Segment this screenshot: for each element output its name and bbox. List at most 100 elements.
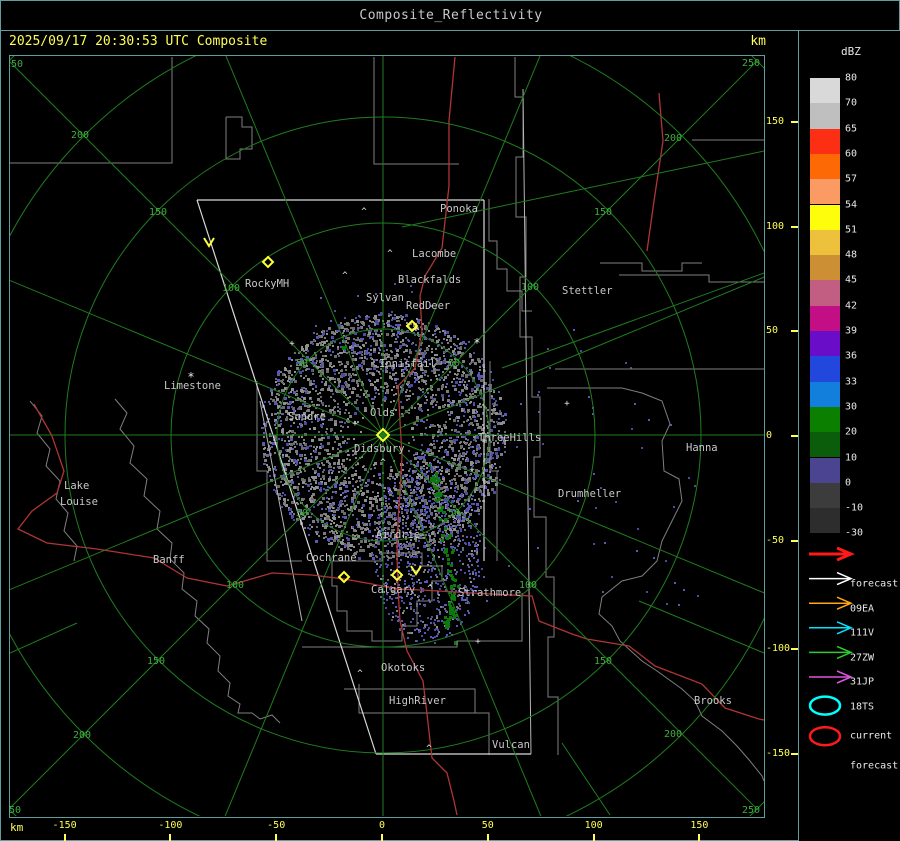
svg-text:^: ^ — [452, 517, 458, 527]
window-title: Composite_Reflectivity — [1, 1, 900, 31]
city-label: Lake — [64, 480, 89, 492]
svg-text:*: * — [473, 336, 480, 350]
bottom-axis-tick — [63, 834, 66, 841]
city-label: ThreeHills — [478, 432, 541, 444]
svg-text:200: 200 — [664, 133, 682, 144]
svg-text:250: 250 — [742, 58, 760, 69]
city-label: Okotoks — [381, 662, 425, 674]
bottom-axis-tick — [169, 834, 172, 841]
svg-text:50: 50 — [296, 358, 308, 369]
legend-label: 18TS — [850, 701, 875, 713]
storm-arrow-icon — [203, 237, 215, 248]
city-label: Stettler — [562, 285, 613, 297]
city-labels: Ponoka Lacombe Blackfalds SylvanRedDeer Stet… — [60, 203, 732, 751]
svg-text:^: ^ — [387, 489, 393, 499]
svg-text:^: ^ — [361, 207, 367, 217]
legend-label: 111V — [850, 627, 875, 639]
svg-text:150: 150 — [147, 656, 165, 667]
svg-text:250: 250 — [10, 59, 23, 70]
city-label: Olds — [370, 407, 395, 419]
legend-label: forecast — [850, 578, 899, 590]
svg-text:^: ^ — [426, 744, 432, 754]
bottom-axis-tick-label: 150 — [690, 820, 709, 831]
timestamp-label: 2025/09/17 20:30:53 UTC Composite — [9, 34, 268, 49]
bottom-axis-tick-label: -100 — [158, 820, 183, 831]
header-bar: 2025/09/17 20:30:53 UTC Composite km — [1, 31, 798, 55]
radar-site-icon — [261, 255, 275, 269]
legend-label: forecast — [850, 760, 899, 772]
bottom-axis-tick — [486, 834, 489, 841]
right-axis-tick-label: 50 — [766, 325, 779, 336]
bottom-axis-tick — [275, 834, 278, 841]
city-label: Hanna — [686, 442, 718, 454]
svg-text:200: 200 — [73, 730, 91, 741]
right-axis-tick-label: -50 — [766, 535, 785, 546]
legend-label: 09EA — [850, 603, 875, 615]
city-label: Lacombe — [412, 248, 456, 260]
radar-site-icon — [337, 570, 351, 584]
radar-map-svg[interactable]: 50 5050 50100 100100 100150 150150 150200 20020… — [10, 56, 764, 816]
svg-text:^: ^ — [427, 584, 433, 594]
city-label: Didsbury — [354, 443, 405, 455]
city-label: RedDeer — [406, 300, 450, 312]
svg-text:100: 100 — [519, 580, 537, 591]
bottom-axis: km -150 -100 -50 0 50 100 150 — [1, 817, 798, 841]
right-axis-tick-label: -150 — [766, 748, 791, 759]
bottom-axis-tick-label: 100 — [584, 820, 603, 831]
svg-text:150: 150 — [594, 656, 612, 667]
svg-text:100: 100 — [226, 580, 244, 591]
city-label: Limestone — [164, 380, 221, 392]
city-label: Strathmore — [458, 587, 521, 599]
svg-text:100: 100 — [222, 283, 240, 294]
city-label: Vulcan — [492, 739, 530, 751]
right-axis-tick-label: -100 — [766, 643, 791, 654]
radar-map-canvas[interactable]: 50 50 50 50 100 100 100 100 150 150 150 150 200 200 20… — [9, 55, 765, 818]
svg-text:250: 250 — [742, 805, 760, 816]
svg-text:+: + — [352, 419, 358, 429]
bottom-axis-tick-label: -50 — [267, 820, 286, 831]
right-axis-tick — [791, 435, 798, 437]
right-axis-tick — [791, 121, 798, 123]
svg-text:50: 50 — [296, 508, 308, 519]
right-axis-tick — [791, 648, 798, 650]
bottom-axis-tick-label: 0 — [378, 820, 386, 831]
city-label: Innisfail — [379, 358, 436, 370]
right-axis: 150 100 50 0 -50 -100 -150 — [764, 56, 798, 816]
svg-text:^: ^ — [387, 249, 393, 259]
right-axis-tick — [791, 226, 798, 228]
svg-text:+: + — [289, 339, 295, 349]
current-ellipse-icon — [808, 695, 842, 716]
bottom-axis-tick — [592, 834, 595, 841]
bottom-axis-tick — [698, 834, 701, 841]
city-label: Calgary — [371, 584, 415, 596]
svg-text:+: + — [469, 465, 475, 475]
svg-text:200: 200 — [71, 130, 89, 141]
svg-text:250: 250 — [10, 805, 21, 816]
legend-label: 31JP — [850, 676, 875, 688]
right-axis-tick-label: 0 — [766, 430, 773, 441]
bottom-axis-tick-label: 50 — [481, 820, 494, 831]
svg-text:200: 200 — [664, 729, 682, 740]
city-label: Cochrane — [306, 552, 357, 564]
city-label: Brooks — [694, 695, 732, 707]
legend-label: 27ZW — [850, 652, 875, 664]
city-label: Drumheller — [558, 488, 621, 500]
svg-text:^: ^ — [380, 458, 386, 468]
svg-text:^: ^ — [357, 669, 363, 679]
right-axis-tick — [791, 753, 798, 755]
svg-text:150: 150 — [594, 207, 612, 218]
city-label: Sundre — [288, 411, 326, 423]
forecast-ellipse-icon — [808, 725, 842, 747]
header-unit-label: km — [750, 34, 766, 49]
right-axis-tick — [791, 330, 798, 332]
right-axis-tick — [791, 540, 798, 542]
right-axis-tick-label: 100 — [766, 221, 785, 232]
svg-text:50: 50 — [448, 358, 460, 369]
legend-symbols — [808, 546, 855, 747]
svg-text:^: ^ — [342, 271, 348, 281]
svg-text:+: + — [564, 399, 570, 409]
right-axis-tick-label: 150 — [766, 116, 785, 127]
legend-label: current — [850, 730, 893, 742]
city-label: RockyMH — [245, 278, 289, 290]
bottom-axis-unit: km — [10, 821, 24, 834]
